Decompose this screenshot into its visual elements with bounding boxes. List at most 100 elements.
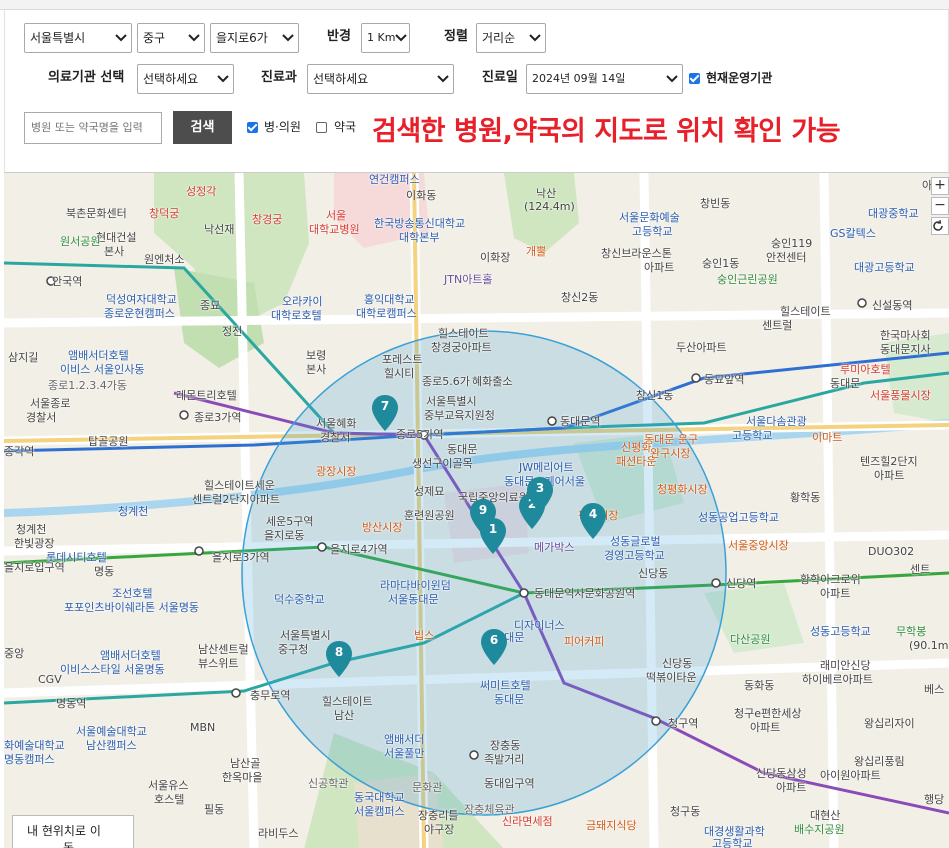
- map-label: 떡볶이타운: [646, 671, 697, 684]
- map-label: 경찰서: [320, 431, 351, 444]
- map-label: 래미안신당: [820, 659, 871, 672]
- map-label: 장충리틀: [418, 809, 459, 822]
- map-label: 한국마사회: [880, 329, 931, 342]
- map-label: 세운5구역: [266, 515, 314, 528]
- map-label: 이비스 서울인사동: [60, 363, 145, 376]
- map-label: 삼지길: [8, 351, 39, 364]
- district-select[interactable]: 중구: [137, 23, 205, 53]
- institution-select[interactable]: 선택하세요: [137, 64, 234, 94]
- my-location-button[interactable]: 내 현위치로 이 동: [12, 815, 134, 848]
- map-label: 남산센트럴: [198, 643, 249, 656]
- map-label: 원엔처소: [144, 253, 185, 266]
- map-label: 서울중앙시장: [728, 539, 789, 552]
- map-label: 서울: [326, 209, 347, 222]
- hospital-marker-7[interactable]: 7: [371, 395, 399, 431]
- map-label: 청계천: [16, 523, 47, 536]
- map-label: 센트: [910, 563, 931, 576]
- date-select-value: 2024년 09월 14일: [532, 72, 626, 85]
- map-label: 충무로역: [250, 689, 291, 702]
- search-input[interactable]: 병원 또는 약국명을 입력: [24, 112, 162, 144]
- hospital-marker-8[interactable]: 8: [325, 641, 353, 677]
- pharmacy-checkbox[interactable]: [316, 122, 327, 133]
- map-label: 고등학교: [732, 429, 773, 442]
- sort-select[interactable]: 거리순: [476, 23, 546, 53]
- map-label: DUO302: [868, 545, 915, 558]
- map-label: 동화동: [744, 679, 775, 692]
- map-label: 남산캠퍼스: [86, 739, 137, 752]
- search-button[interactable]: 검색: [173, 111, 232, 144]
- map-label: 메가박스: [534, 541, 575, 554]
- department-select[interactable]: 선택하세요: [307, 64, 454, 94]
- map-label: 청계천: [118, 505, 149, 518]
- map-label: 라비두스: [258, 827, 299, 840]
- map-label: 혜화출소: [472, 375, 513, 388]
- map-label: 하이베르아파트: [802, 673, 873, 686]
- map-label: 창경궁: [252, 213, 283, 226]
- date-label: 진료일: [482, 70, 518, 85]
- zoom-in-button[interactable]: +: [931, 177, 949, 195]
- map-label: 아파트: [874, 469, 905, 482]
- map-label: 덕성여자대학교: [106, 293, 177, 306]
- map-label: 신당동: [662, 657, 693, 670]
- map-label: 아파트: [750, 721, 781, 734]
- map-label: 낙산: [536, 187, 557, 200]
- map-label: (124.4m): [524, 200, 575, 213]
- map-label: 힐스테이트: [438, 327, 489, 340]
- map-label: 족발거리: [484, 753, 525, 766]
- map-label: 방산시장: [362, 521, 403, 534]
- map-label: 중부교육지원청: [424, 409, 495, 422]
- chevron-down-icon: [437, 75, 449, 83]
- map-label: 서울종로: [30, 397, 71, 410]
- hospital-clinic-checkbox[interactable]: [247, 122, 258, 133]
- chevron-down-icon: [666, 75, 678, 83]
- map-label: 배수지공원: [794, 823, 845, 836]
- zoom-out-button[interactable]: −: [931, 197, 949, 215]
- map-label: 서울특별시: [280, 629, 331, 642]
- map-label: 신공학관: [308, 777, 349, 790]
- pharmacy-label: 약국: [334, 120, 357, 134]
- map-label: 포포인츠바이쉐라톤 서울명동: [64, 601, 200, 614]
- my-location-label: 내 현위치로 이: [27, 824, 101, 838]
- map-label: 행당: [924, 793, 945, 806]
- map-label: 무학봉: [896, 625, 927, 638]
- map-label: 낙선재: [204, 223, 235, 236]
- map-label: 한옥마을: [222, 771, 263, 784]
- hospital-marker-1[interactable]: 1: [479, 518, 507, 554]
- radius-select[interactable]: 1 Km: [361, 23, 410, 53]
- hospital-marker-4[interactable]: 4: [579, 503, 607, 539]
- dong-select[interactable]: 을지로6가: [210, 23, 299, 53]
- map-label: 화예술대학교: [4, 739, 65, 752]
- map-label: 이화장: [480, 251, 511, 264]
- map-label: 서울다솜관광: [746, 415, 807, 428]
- hospital-marker-6[interactable]: 6: [480, 629, 508, 665]
- hospital-marker-3[interactable]: 3: [526, 477, 554, 513]
- map-label: 종각역: [4, 445, 35, 458]
- department-select-value: 선택하세요: [313, 72, 369, 86]
- map-label: 성동공업고등학교: [698, 511, 779, 524]
- date-select[interactable]: 2024년 09월 14일: [526, 64, 683, 94]
- map-label: 동국대학교: [354, 791, 405, 804]
- map-label: 을지로동: [264, 529, 305, 542]
- reset-view-button[interactable]: [931, 217, 949, 235]
- map-label: 피어커피: [564, 635, 605, 648]
- open-now-label: 현재운영기관: [706, 71, 773, 85]
- map-label: 종묘: [200, 299, 221, 312]
- map-label: 완구시장: [650, 447, 691, 460]
- map-label: 조선호텔: [112, 587, 153, 600]
- map-label: 종로운현캠퍼스: [104, 307, 175, 320]
- marker-number: 1: [488, 522, 498, 536]
- map-label: 성제묘: [414, 485, 445, 498]
- city-select[interactable]: 서울특별시: [24, 23, 132, 53]
- map-label: 텐즈힐2단지: [860, 455, 918, 468]
- map-view[interactable]: 북촌문화센터 창덕궁 성정각 낙선재 창경궁 서울 대학교병원 연건캠퍼스 이화…: [4, 172, 949, 848]
- map-label: 숭인근린공원: [717, 273, 778, 286]
- map-label: 청평화시장: [657, 483, 708, 496]
- map-label: 종로5가역: [396, 428, 444, 441]
- map-label: 서울혜화: [316, 417, 357, 430]
- map-label: 을지로3가역: [212, 551, 270, 564]
- map-label: 남산: [334, 709, 355, 722]
- map-label: 서울문화예술: [619, 211, 680, 224]
- open-now-checkbox[interactable]: [689, 73, 700, 84]
- map-label: 앰배서더호텔: [68, 349, 129, 362]
- map-label: 중구청: [278, 643, 309, 656]
